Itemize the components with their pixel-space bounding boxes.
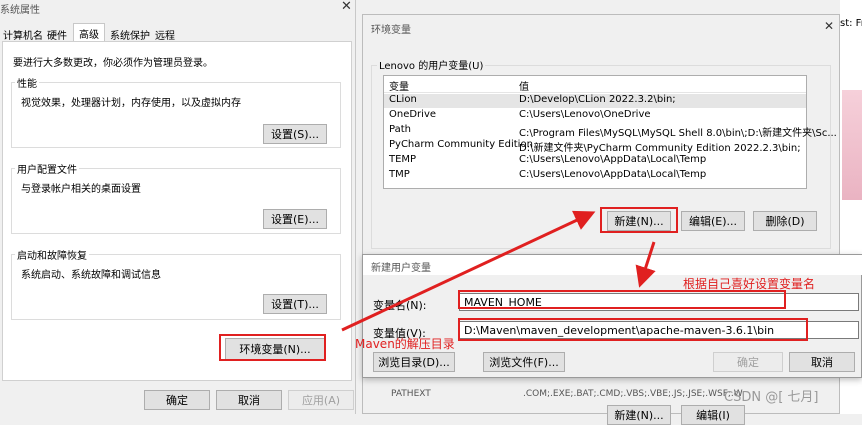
arrow-to-name-field [635,241,656,288]
watermark: CSDN @[ 七月] [724,390,819,405]
arrow-to-new-button [341,210,596,332]
annotation-arrows [341,210,656,332]
